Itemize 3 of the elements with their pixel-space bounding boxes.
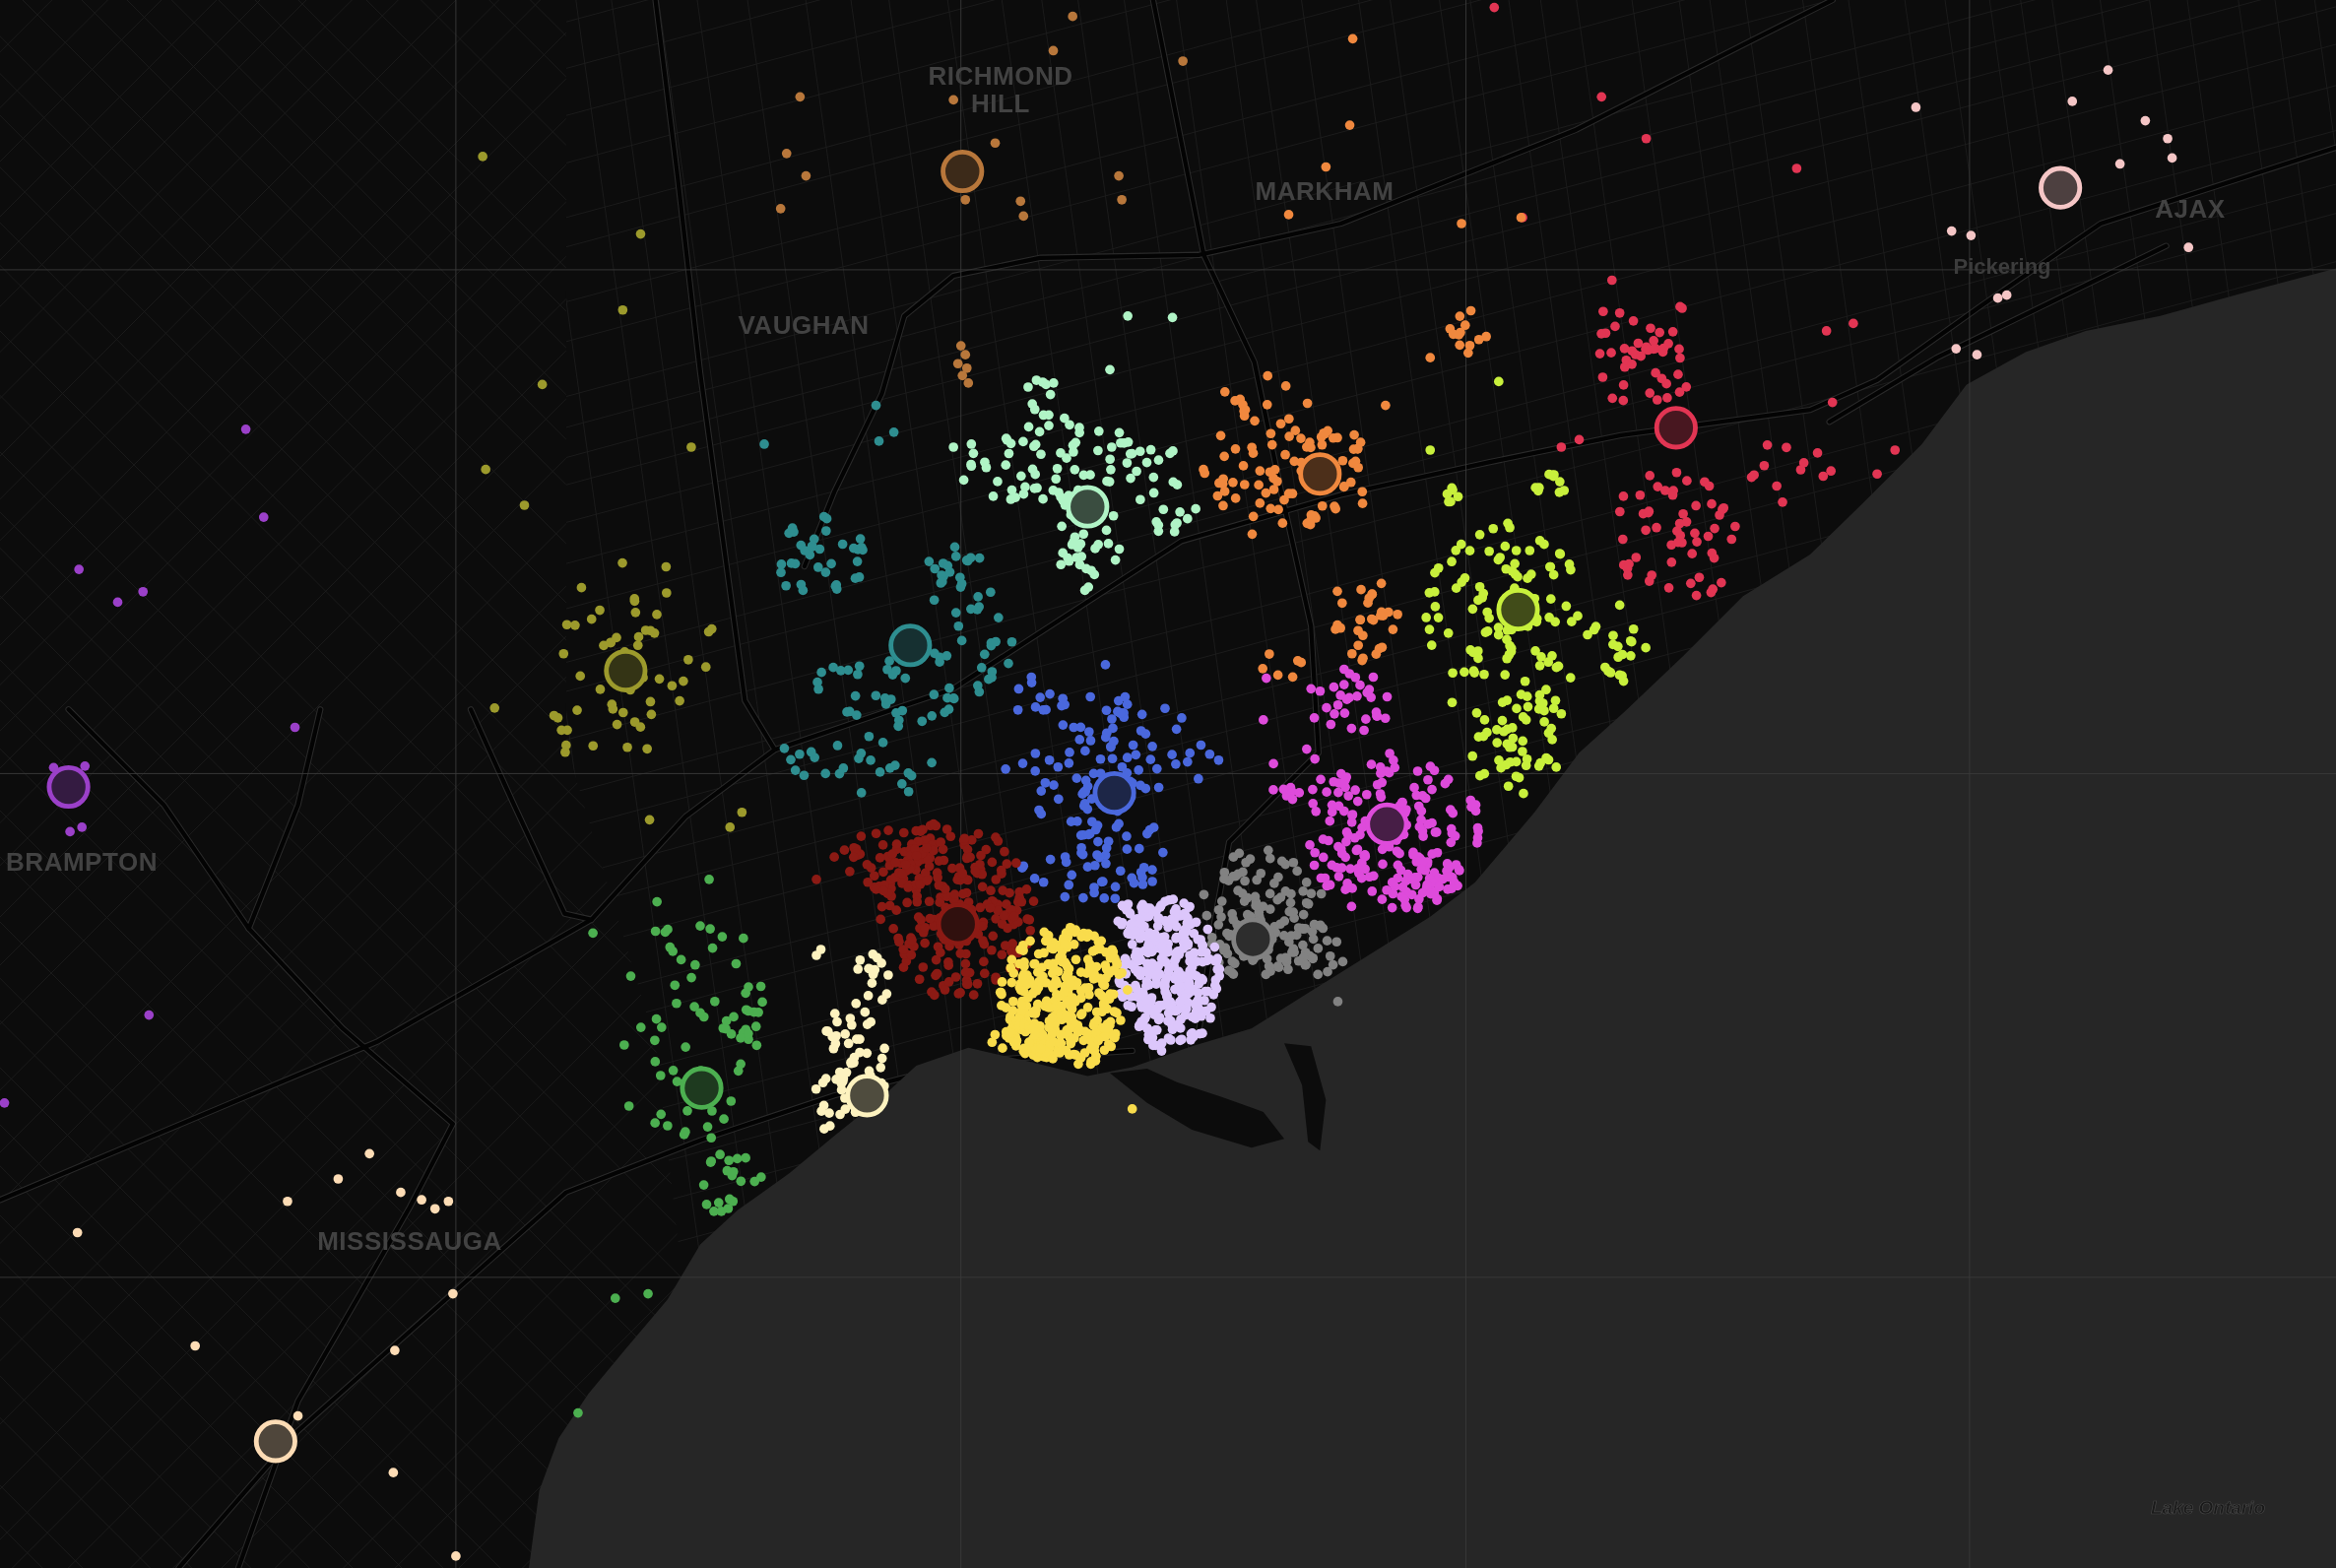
- town-label: Pickering: [1953, 254, 2051, 280]
- city-label: MISSISSAUGA: [317, 1227, 502, 1255]
- city-label: AJAX: [2155, 195, 2226, 223]
